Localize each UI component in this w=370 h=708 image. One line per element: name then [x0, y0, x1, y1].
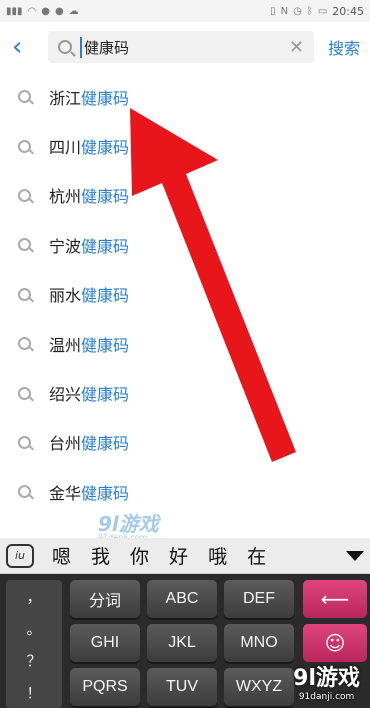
- ime-logo-icon[interactable]: iu: [6, 543, 34, 568]
- clear-icon[interactable]: ✕: [289, 37, 304, 58]
- key-tuv[interactable]: TUV: [147, 668, 217, 706]
- suggestion-list: 浙江 健康码 四川 健康码 杭州 健康码 宁波 健康码 丽水 健康码 温州 健康码 绍兴 健康…: [0, 72, 370, 517]
- suggestion-item[interactable]: 杭州 健康码: [0, 171, 370, 220]
- backspace-button[interactable]: ⟵: [303, 580, 367, 618]
- punct-key[interactable]: ？: [26, 650, 41, 671]
- watermark-logo: 9l游戏91danji.com: [98, 508, 159, 542]
- alarm-icon: ◷: [293, 5, 302, 17]
- search-submit-button[interactable]: 搜索: [328, 35, 360, 59]
- search-icon: [18, 386, 31, 400]
- suggestion-prefix: 温州: [49, 335, 82, 355]
- suggestion-prefix: 宁波: [49, 236, 82, 256]
- suggestion-prefix: 绍兴: [49, 385, 82, 405]
- vibrate-icon: ▯: [270, 5, 276, 17]
- back-button[interactable]: ‹: [12, 34, 38, 60]
- key-ghi[interactable]: GHI: [70, 624, 140, 662]
- app-icon: ●: [41, 5, 50, 17]
- suggestion-highlight: 健康码: [81, 483, 130, 503]
- search-icon: [18, 188, 31, 202]
- status-right-icons: ▯ N ◷ ᛒ ▭ 20:45: [270, 5, 364, 18]
- key-jkl[interactable]: JKL: [147, 624, 217, 662]
- candidate-word[interactable]: 在: [247, 542, 266, 569]
- status-time: 20:45: [332, 4, 364, 18]
- candidate-word[interactable]: 我: [91, 542, 110, 569]
- app-icon: ●: [54, 5, 64, 17]
- cloud-icon: ☁: [68, 5, 79, 17]
- status-bar: ▮▮▮ ◠ ● ● ☁ ▯ N ◷ ᛒ ▭ 20:45: [0, 0, 370, 22]
- search-icon: [18, 337, 31, 351]
- bluetooth-icon: ᛒ: [306, 5, 313, 17]
- search-icon: [58, 40, 72, 54]
- search-header: ‹ 健康码 ✕ 搜索: [0, 22, 370, 72]
- suggestion-highlight: 健康码: [81, 286, 130, 306]
- key-wxyz[interactable]: WXYZ: [224, 668, 294, 706]
- suggestion-prefix: 杭州: [49, 187, 82, 207]
- punct-key[interactable]: 。: [26, 618, 41, 639]
- punct-key[interactable]: ，: [26, 586, 41, 607]
- search-icon: [18, 139, 31, 153]
- suggestion-highlight: 健康码: [81, 138, 130, 158]
- battery-icon: ▭: [317, 5, 328, 17]
- emoji-button[interactable]: ☺: [303, 624, 367, 662]
- suggestion-item[interactable]: 温州 健康码: [0, 319, 370, 368]
- suggestion-item[interactable]: 台州 健康码: [0, 418, 370, 467]
- wifi-icon: ◠: [27, 5, 37, 17]
- key-abc[interactable]: ABC: [147, 580, 217, 618]
- suggestion-highlight: 健康码: [81, 335, 130, 355]
- suggestion-highlight: 健康码: [81, 187, 130, 207]
- search-box[interactable]: 健康码 ✕: [48, 31, 314, 63]
- suggestion-prefix: 台州: [49, 434, 82, 454]
- nfc-icon: N: [280, 5, 289, 17]
- suggestion-item[interactable]: 宁波 健康码: [0, 220, 370, 269]
- suggestion-highlight: 健康码: [81, 434, 130, 454]
- signal-icon: ▮▮▮: [6, 5, 23, 17]
- candidate-word[interactable]: 嗯: [52, 542, 71, 569]
- suggestion-item[interactable]: 浙江 健康码: [0, 72, 370, 121]
- suggestion-prefix: 丽水: [49, 286, 82, 306]
- key-mno[interactable]: MNO: [224, 624, 294, 662]
- candidate-bar: iu 嗯 我 你 好 哦 在: [0, 538, 370, 574]
- suggestion-highlight: 健康码: [81, 88, 130, 108]
- suggestion-prefix: 浙江: [49, 88, 82, 108]
- key-def[interactable]: DEF: [224, 580, 294, 618]
- search-icon: [18, 485, 31, 499]
- key-fenci[interactable]: 分词: [70, 580, 140, 618]
- suggestion-item[interactable]: 四川 健康码: [0, 121, 370, 170]
- search-icon: [18, 238, 31, 252]
- search-icon: [18, 287, 31, 301]
- key-pqrs[interactable]: PQRS: [70, 668, 140, 706]
- suggestion-prefix: 金华: [49, 483, 82, 503]
- candidate-word[interactable]: 好: [169, 542, 188, 569]
- punct-key[interactable]: ！: [26, 682, 41, 703]
- suggestion-prefix: 四川: [49, 138, 82, 158]
- candidate-word[interactable]: 你: [130, 542, 149, 569]
- suggestion-highlight: 健康码: [81, 236, 130, 256]
- search-input[interactable]: 健康码: [80, 36, 283, 58]
- collapse-keyboard-icon[interactable]: [346, 550, 364, 561]
- status-left-icons: ▮▮▮ ◠ ● ● ☁: [6, 6, 79, 17]
- candidate-word[interactable]: 哦: [208, 542, 227, 569]
- suggestion-item[interactable]: 金华 健康码: [0, 467, 370, 516]
- suggestion-item[interactable]: 丽水 健康码: [0, 270, 370, 319]
- suggestion-item[interactable]: 绍兴 健康码: [0, 368, 370, 417]
- watermark-corner: 9l游戏 91danji.com: [293, 660, 360, 702]
- search-icon: [18, 90, 31, 104]
- watermark-corner-url: 91danji.com: [298, 692, 355, 702]
- punctuation-column[interactable]: ， 。 ？ ！: [6, 580, 62, 708]
- watermark-corner-logo: 9l游戏: [293, 666, 360, 691]
- search-icon: [18, 435, 31, 449]
- ime-keyboard: iu 嗯 我 你 好 哦 在 ， 。 ？ ！ 分词 ABC DEF ⟵ GHI …: [0, 538, 370, 708]
- suggestion-highlight: 健康码: [81, 385, 130, 405]
